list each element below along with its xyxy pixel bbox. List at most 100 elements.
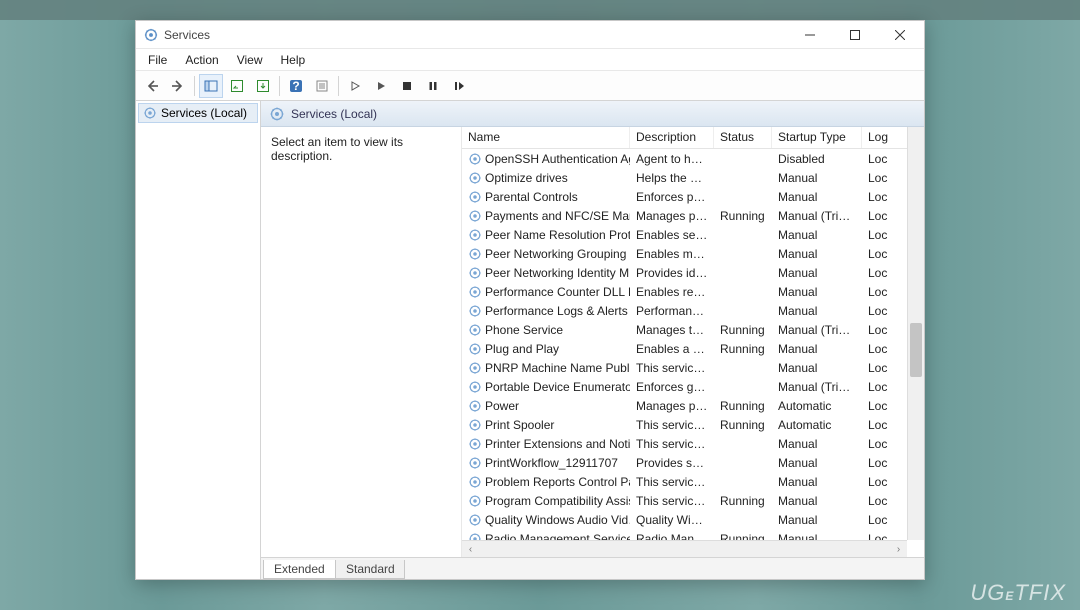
scrollbar-thumb[interactable]: [910, 323, 922, 377]
horizontal-scrollbar[interactable]: ‹ ›: [462, 540, 907, 557]
scroll-left-icon[interactable]: ‹: [462, 541, 479, 558]
minimize-button[interactable]: [787, 22, 832, 48]
separator-icon: [338, 76, 339, 96]
forward-button[interactable]: [166, 74, 190, 98]
stop-button[interactable]: [395, 74, 419, 98]
service-startup: Manual (Trigg…: [772, 209, 862, 223]
menu-file[interactable]: File: [140, 51, 175, 69]
table-row[interactable]: Portable Device Enumerator …Enforces gro…: [462, 377, 924, 396]
service-description: This service …: [630, 361, 714, 375]
gear-icon: [468, 152, 482, 166]
service-startup: Manual: [772, 285, 862, 299]
right-pane: Services (Local) Select an item to view …: [261, 101, 924, 579]
services-window: Services File Action View Help ? Service…: [135, 20, 925, 580]
pane-header-title: Services (Local): [291, 107, 377, 121]
service-description: Enables rem…: [630, 285, 714, 299]
service-name: Program Compatibility Assis…: [485, 494, 630, 508]
col-description[interactable]: Description: [630, 127, 714, 148]
service-name: Problem Reports Control Pa…: [485, 475, 630, 489]
col-name[interactable]: Name: [462, 127, 630, 148]
service-description: This service …: [630, 494, 714, 508]
table-row[interactable]: PrintWorkflow_12911707Provides sup…Manua…: [462, 453, 924, 472]
table-row[interactable]: Parental ControlsEnforces par…ManualLoc: [462, 187, 924, 206]
service-description: Performance…: [630, 304, 714, 318]
service-description: Manages th…: [630, 323, 714, 337]
window-title: Services: [164, 28, 787, 42]
table-row[interactable]: Print SpoolerThis service …RunningAutoma…: [462, 415, 924, 434]
table-row[interactable]: Performance Counter DLL H…Enables rem…Ma…: [462, 282, 924, 301]
table-row[interactable]: Payments and NFC/SE Mana…Manages pa…Runn…: [462, 206, 924, 225]
table-row[interactable]: PowerManages po…RunningAutomaticLoc: [462, 396, 924, 415]
properties-button[interactable]: [310, 74, 334, 98]
description-panel: Select an item to view its description.: [261, 127, 461, 557]
menubar: File Action View Help: [136, 49, 924, 71]
show-hide-tree-button[interactable]: [199, 74, 223, 98]
service-name: OpenSSH Authentication Ag…: [485, 152, 630, 166]
gear-icon: [468, 380, 482, 394]
table-row[interactable]: Peer Name Resolution Proto…Enables serv……: [462, 225, 924, 244]
service-name: Payments and NFC/SE Mana…: [485, 209, 630, 223]
service-status: Running: [714, 494, 772, 508]
service-description: This service …: [630, 437, 714, 451]
table-row[interactable]: Quality Windows Audio Vid…Quality Win…Ma…: [462, 510, 924, 529]
service-name: Quality Windows Audio Vid…: [485, 513, 630, 527]
service-description: Agent to hol…: [630, 152, 714, 166]
service-description: Provides ide…: [630, 266, 714, 280]
menu-help[interactable]: Help: [273, 51, 314, 69]
tab-extended[interactable]: Extended: [263, 560, 336, 579]
table-row[interactable]: Peer Networking Identity M…Provides ide……: [462, 263, 924, 282]
scroll-right-icon[interactable]: ›: [890, 541, 907, 558]
toolbar: ?: [136, 71, 924, 101]
table-row[interactable]: Performance Logs & AlertsPerformance…Man…: [462, 301, 924, 320]
col-status[interactable]: Status: [714, 127, 772, 148]
service-startup: Manual: [772, 247, 862, 261]
table-row[interactable]: OpenSSH Authentication Ag…Agent to hol…D…: [462, 149, 924, 168]
service-name: Peer Networking Grouping: [485, 247, 626, 261]
export-button[interactable]: [251, 74, 275, 98]
restart-button[interactable]: [447, 74, 471, 98]
gear-icon: [468, 418, 482, 432]
service-description: Enforces par…: [630, 190, 714, 204]
gear-icon: [143, 106, 157, 120]
menu-action[interactable]: Action: [177, 51, 226, 69]
service-description: Enables mul…: [630, 247, 714, 261]
table-row[interactable]: Phone ServiceManages th…RunningManual (T…: [462, 320, 924, 339]
table-row[interactable]: Peer Networking Grouping Enables mul… Manu…: [462, 244, 924, 263]
start-button[interactable]: [343, 74, 367, 98]
separator-icon: [194, 76, 195, 96]
services-list[interactable]: Name Description Status Startup Type Log…: [461, 127, 924, 557]
table-row[interactable]: Problem Reports Control Pa…This service …: [462, 472, 924, 491]
service-startup: Manual: [772, 475, 862, 489]
service-rows[interactable]: OpenSSH Authentication Ag…Agent to hol…D…: [462, 149, 924, 557]
tab-standard[interactable]: Standard: [335, 560, 406, 579]
table-row[interactable]: Optimize drivesHelps the co…ManualLoc: [462, 168, 924, 187]
titlebar[interactable]: Services: [136, 21, 924, 49]
column-headers[interactable]: Name Description Status Startup Type Log: [462, 127, 924, 149]
gear-icon: [468, 247, 482, 261]
back-button[interactable]: [140, 74, 164, 98]
table-row[interactable]: Printer Extensions and Notifi…This servi…: [462, 434, 924, 453]
service-name: Plug and Play: [485, 342, 559, 356]
service-startup: Manual: [772, 456, 862, 470]
vertical-scrollbar[interactable]: [907, 127, 924, 540]
tree-node-services-local[interactable]: Services (Local): [138, 103, 258, 123]
gear-icon: [468, 190, 482, 204]
maximize-button[interactable]: [832, 22, 877, 48]
start-filled-button[interactable]: [369, 74, 393, 98]
description-text: Select an item to view its description.: [271, 135, 403, 163]
table-row[interactable]: PNRP Machine Name Public…This service …M…: [462, 358, 924, 377]
pause-button[interactable]: [421, 74, 445, 98]
help-button[interactable]: ?: [284, 74, 308, 98]
table-row[interactable]: Program Compatibility Assis…This service…: [462, 491, 924, 510]
gear-icon: [468, 171, 482, 185]
service-description: Enforces gro…: [630, 380, 714, 394]
app-icon: [144, 28, 158, 42]
menu-view[interactable]: View: [229, 51, 271, 69]
gear-icon: [269, 106, 285, 122]
col-startup-type[interactable]: Startup Type: [772, 127, 862, 148]
left-tree[interactable]: Services (Local): [136, 101, 261, 579]
refresh-button[interactable]: [225, 74, 249, 98]
table-row[interactable]: Plug and PlayEnables a co…RunningManualL…: [462, 339, 924, 358]
service-startup: Manual (Trigg…: [772, 380, 862, 394]
close-button[interactable]: [877, 22, 922, 48]
